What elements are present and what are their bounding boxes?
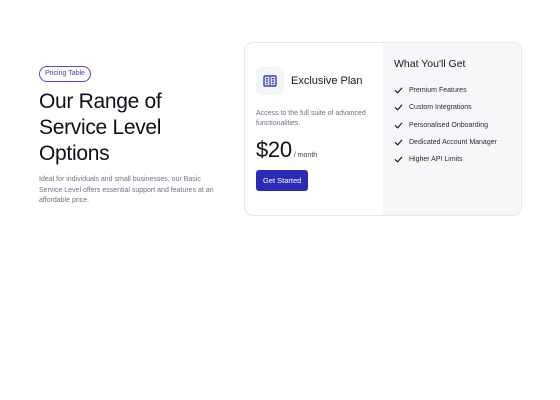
feature-label: Custom Integrations bbox=[409, 104, 472, 112]
price-period: / month bbox=[293, 152, 318, 159]
features-panel: What You'll Get Premium Features Custom … bbox=[383, 43, 521, 215]
plan-price: $20 bbox=[256, 137, 292, 162]
list-item: Dedicated Account Manager bbox=[394, 134, 521, 151]
list-item: Personalised Onboarding bbox=[394, 117, 521, 134]
get-started-button[interactable]: Get Started bbox=[256, 170, 309, 191]
features-title: What You'll Get bbox=[394, 58, 466, 70]
check-icon bbox=[394, 122, 403, 129]
hero-section: Pricing Table Our Range of Service Level… bbox=[39, 62, 219, 207]
check-icon bbox=[394, 105, 403, 111]
list-item: Higher API Limits bbox=[394, 151, 521, 168]
price-row: $20 / month bbox=[256, 138, 383, 162]
hero-description: Ideal for individuals and small business… bbox=[39, 176, 214, 204]
heading-line-3: Options bbox=[39, 142, 110, 165]
check-icon bbox=[394, 87, 403, 94]
check-icon bbox=[394, 139, 403, 146]
page-heading: Our Range of Service Level Options bbox=[39, 89, 219, 167]
feature-label: Premium Features bbox=[409, 87, 467, 95]
list-item: Custom Integrations bbox=[394, 99, 521, 116]
plan-panel: Exclusive Plan Access to the full suite … bbox=[245, 43, 383, 215]
heading-line-1: Our Range of bbox=[39, 90, 162, 113]
plan-name: Exclusive Plan bbox=[291, 75, 363, 87]
pricing-table-badge: Pricing Table bbox=[39, 66, 91, 82]
feature-label: Personalised Onboarding bbox=[409, 121, 488, 129]
pricing-card: Exclusive Plan Access to the full suite … bbox=[244, 42, 522, 216]
building-icon bbox=[256, 67, 284, 95]
features-list: Premium Features Custom Integrations Per… bbox=[394, 82, 521, 168]
plan-header: Exclusive Plan bbox=[256, 67, 383, 95]
feature-label: Dedicated Account Manager bbox=[409, 139, 497, 147]
heading-line-2: Service Level bbox=[39, 116, 162, 139]
list-item: Premium Features bbox=[394, 82, 521, 99]
feature-label: Higher API Limits bbox=[409, 156, 463, 164]
plan-description: Access to the full suite of advanced fun… bbox=[256, 110, 366, 127]
check-icon bbox=[394, 156, 403, 163]
